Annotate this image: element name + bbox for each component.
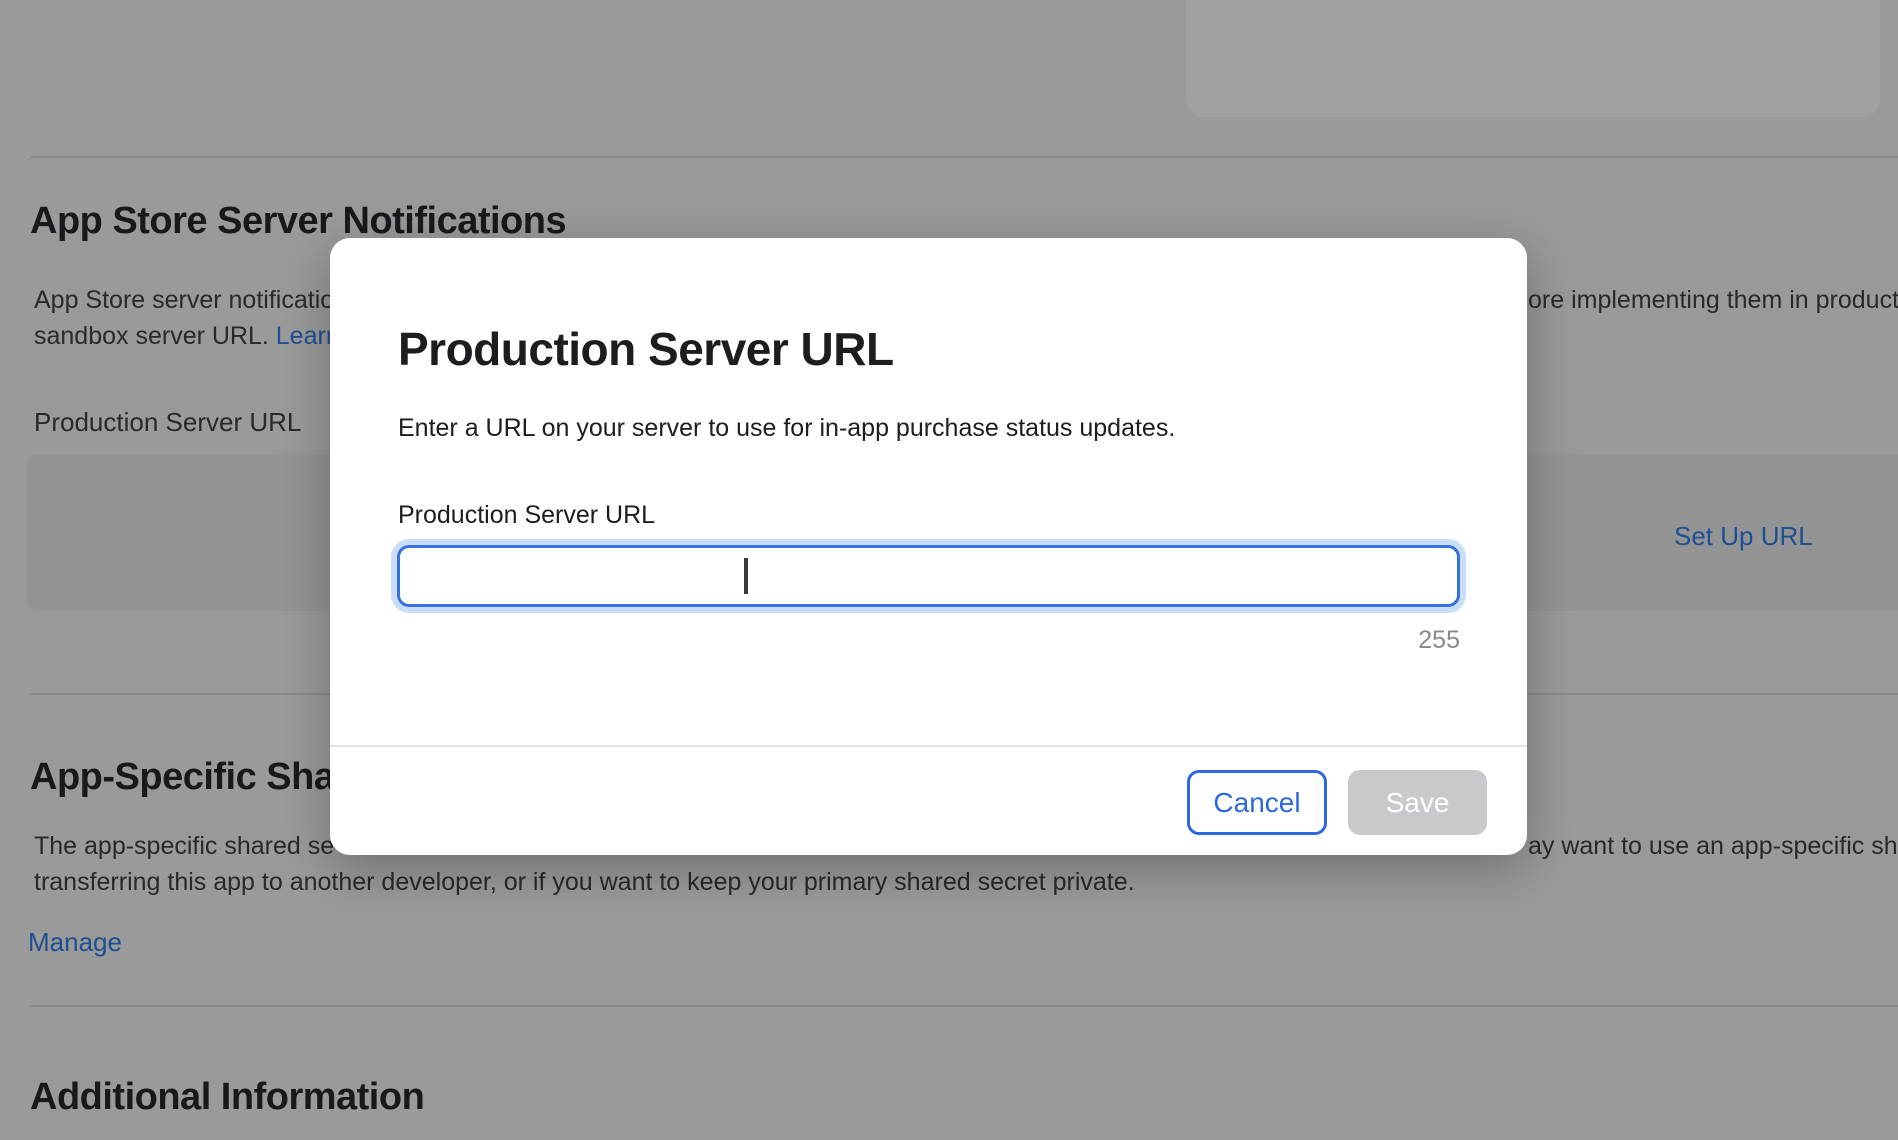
url-input[interactable] [397,545,1460,607]
section-divider [30,156,1898,158]
paragraph-fragment: ay want to use an app-specific shared se… [1528,832,1898,860]
notifications-description-left: App Store server notification [34,286,348,315]
production-url-field-label: Production Server URL [34,407,301,438]
paragraph-fragment: The app-specific shared se [34,832,334,860]
shared-secret-description-line2: transferring this app to another develop… [34,868,1135,897]
dialog-footer-divider [330,745,1527,747]
page: App Store Server Notifications App Store… [0,0,1898,1140]
save-button[interactable]: Save [1348,770,1487,835]
char-limit-counter: 255 [1418,626,1460,655]
production-server-url-dialog: Production Server URL Enter a URL on you… [330,238,1527,855]
paragraph-fragment: App Store server notification [34,286,348,314]
section-divider [30,1005,1898,1007]
section-heading-server-notifications: App Store Server Notifications [30,200,566,243]
paragraph-fragment: ore implementing them in production. To … [1528,286,1898,314]
manage-link[interactable]: Manage [28,927,122,958]
text-cursor [744,558,748,594]
section-heading-additional-information: Additional Information [30,1076,424,1119]
cancel-button[interactable]: Cancel [1187,770,1327,835]
dialog-description: Enter a URL on your server to use for in… [398,414,1175,443]
paragraph-fragment: sandbox server URL. [34,322,276,350]
notifications-description-right: ore implementing them in production. To … [1528,286,1898,315]
url-field-label: Production Server URL [398,501,655,530]
shared-secret-description-left: The app-specific shared se [34,832,334,861]
shared-secret-description-right: ay want to use an app-specific shared se… [1528,832,1898,861]
header-panel [1186,0,1880,117]
set-up-url-link[interactable]: Set Up URL [1674,521,1813,552]
dialog-title: Production Server URL [398,322,894,376]
